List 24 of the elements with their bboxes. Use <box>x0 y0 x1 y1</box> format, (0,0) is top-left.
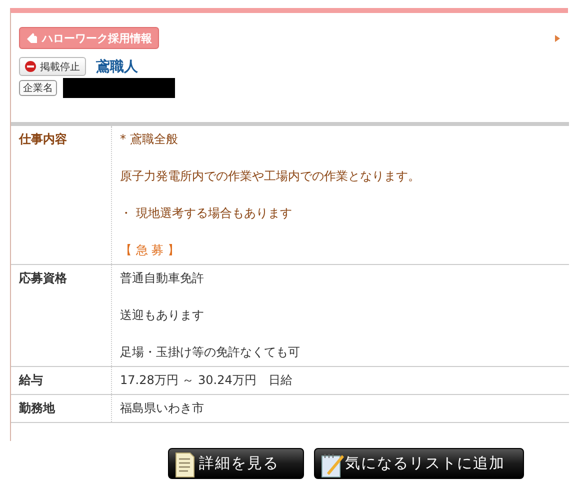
stop-icon <box>25 61 36 72</box>
tag-icon <box>26 32 38 44</box>
row-label: 応募資格 <box>11 264 112 366</box>
row-label: 勤務地 <box>11 394 112 422</box>
detail-text: 原子力発電所内での作業や工場内での作業となります。 <box>120 168 421 185</box>
details-button[interactable]: 詳細を見る <box>168 448 304 479</box>
company-label: 企業名 <box>19 80 57 96</box>
source-badge: ハローワーク採用情報 <box>19 27 159 49</box>
arrow-icon[interactable] <box>555 35 560 42</box>
detail-text: 足場・玉掛け等の免許なくても可 <box>120 344 301 361</box>
add-to-list-button[interactable]: 気になるリストに追加 <box>314 448 524 479</box>
status-badge: 掲載停止 <box>19 57 86 76</box>
detail-text: * 鳶職全般 <box>120 131 179 148</box>
detail-text: ・ 現地選考する場合もあります <box>120 205 293 222</box>
row-label: 給与 <box>11 366 112 394</box>
detail-text: 普通自動車免許 <box>120 270 205 287</box>
detail-text: 17.28万円 ～ 30.24万円 日給 <box>120 372 294 389</box>
document-icon <box>175 452 195 478</box>
detail-text: 送迎もあります <box>120 307 205 324</box>
row-label: 仕事内容 <box>11 124 112 264</box>
detail-text: 福島県いわき市 <box>120 400 205 417</box>
urgent-label: 【 急 募 】 <box>120 242 180 259</box>
job-title: 鳶職人 <box>96 58 138 76</box>
notepad-pencil-icon <box>321 452 345 478</box>
